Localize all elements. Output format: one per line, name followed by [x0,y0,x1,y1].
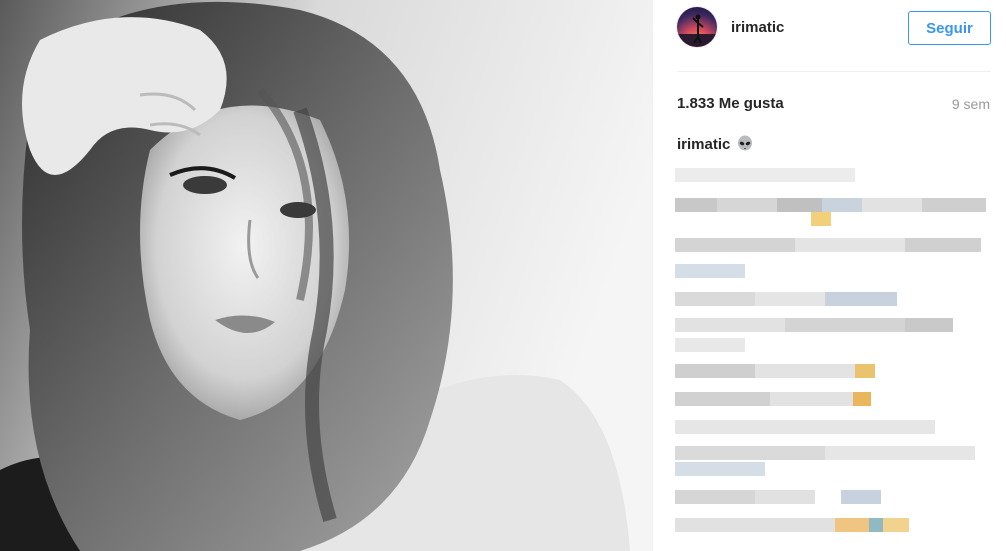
pixelated-comments [653,0,1006,551]
portrait-photo-icon [0,0,652,551]
post-photo[interactable] [0,0,652,551]
post-details-panel: irimatic Seguir 1.833 Me gusta 9 sem iri… [652,0,1006,551]
